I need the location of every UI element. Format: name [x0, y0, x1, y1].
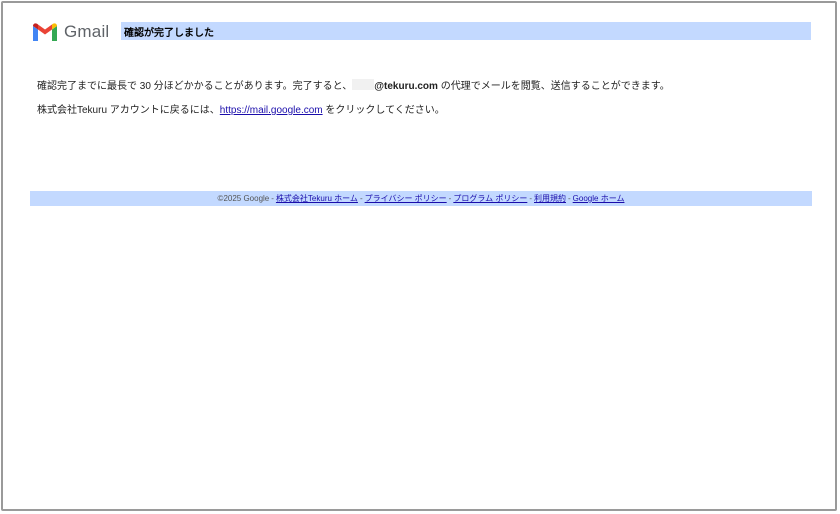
footer-link-privacy-policy[interactable]: プライバシー ポリシー [365, 193, 447, 204]
page-title: 確認が完了しました [124, 27, 214, 39]
browser-window: Gmail 確認が完了しました 確認完了までに最長で 30 分ほどかかることがあ… [1, 1, 837, 511]
title-bar: 確認が完了しました [121, 22, 811, 40]
message-line-1-suffix: の代理でメールを閲覧、送信することができます。 [437, 81, 670, 92]
message-body: 確認完了までに最長で 30 分ほどかかることがあります。完了すると、 @tekur… [37, 79, 807, 119]
footer-separator: - [359, 194, 363, 203]
footer-link-program-policy[interactable]: プログラム ポリシー [453, 193, 527, 204]
delegated-email: @tekuru.com [374, 81, 438, 92]
footer-link-company-home[interactable]: 株式会社Tekuru ホーム [276, 193, 358, 204]
footer-separator: - [529, 194, 532, 203]
gmail-link[interactable]: https://mail.google.com [220, 105, 323, 116]
footer-copyright: ©2025 Google [217, 194, 270, 203]
message-line-2: 株式会社Tekuru アカウントに戻るには、https://mail.googl… [37, 103, 807, 119]
message-line-1-prefix: 確認完了までに最長で 30 分ほどかかることがあります。完了すると、 [37, 81, 353, 92]
footer-link-google-home[interactable]: Google ホーム [573, 193, 625, 204]
footer-separator: - [448, 194, 452, 203]
footer-bar: ©2025 Google - 株式会社Tekuru ホーム - プライバシー ポ… [30, 191, 812, 206]
message-line-2-suffix: をクリックしてください。 [322, 105, 445, 116]
message-line-1: 確認完了までに最長で 30 分ほどかかることがあります。完了すると、 @tekur… [37, 79, 807, 95]
gmail-m-icon [33, 23, 57, 41]
footer-separator: - [568, 194, 571, 203]
gmail-logo-text: Gmail [64, 22, 110, 41]
message-line-2-prefix: 株式会社Tekuru アカウントに戻るには、 [37, 105, 220, 116]
footer-separator: - [271, 194, 274, 203]
gmail-logo[interactable]: Gmail [33, 19, 109, 45]
footer-link-terms[interactable]: 利用規約 [534, 193, 566, 204]
redacted-username [352, 79, 375, 90]
